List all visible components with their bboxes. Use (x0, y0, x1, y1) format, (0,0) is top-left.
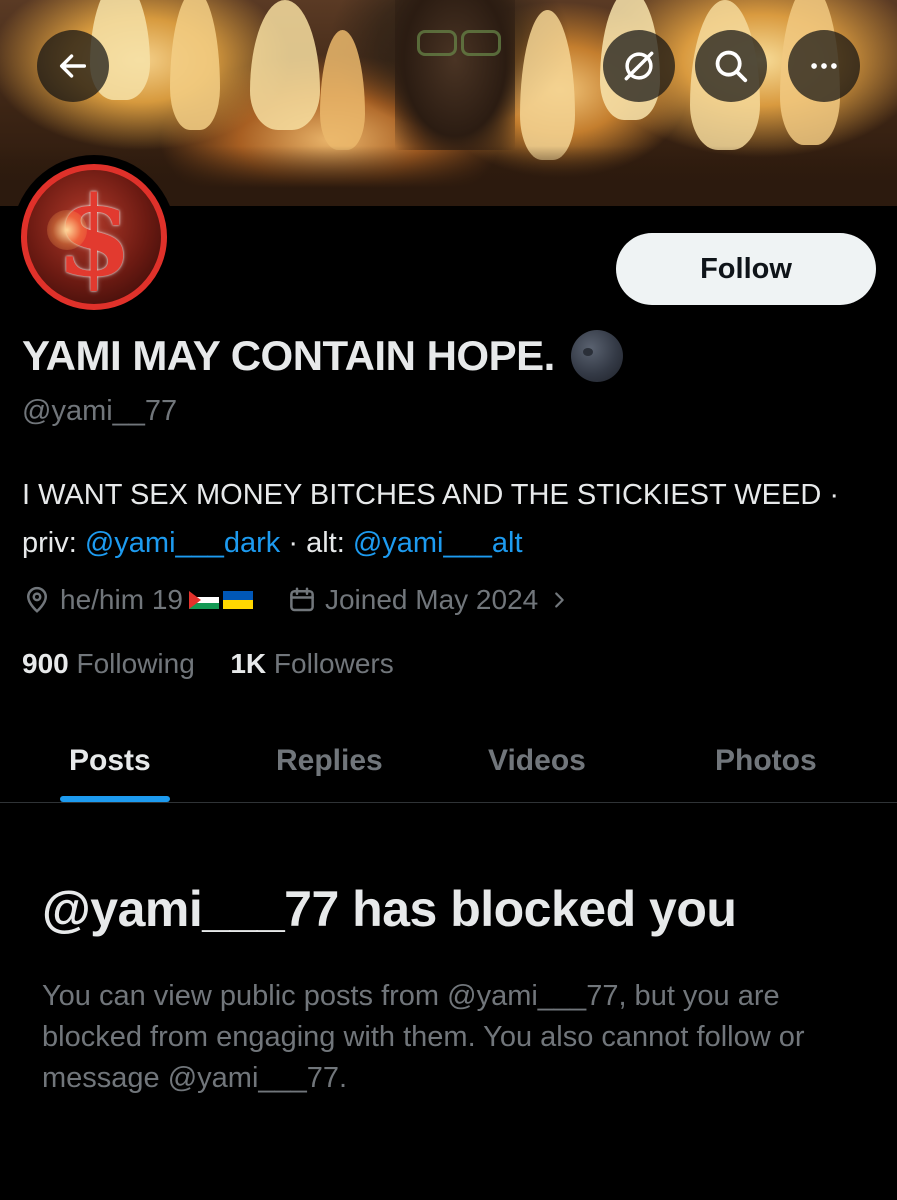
search-icon (712, 47, 750, 85)
follow-button[interactable]: Follow (616, 233, 876, 305)
grok-icon (620, 47, 658, 85)
follow-button-label: Follow (700, 252, 792, 285)
banner-face (395, 0, 515, 150)
bio-link-alt[interactable]: @yami___alt (353, 527, 523, 559)
following-label: Following (76, 648, 195, 679)
following-stat[interactable]: 900 Following (22, 648, 195, 679)
arrow-left-icon (56, 49, 90, 83)
avatar[interactable]: $ (12, 155, 176, 319)
followers-stat[interactable]: 1K Followers (230, 648, 393, 679)
tab-photos[interactable]: Photos (715, 720, 817, 802)
profile-meta: he/him 19 Joined May 2024 (22, 580, 578, 620)
palestine-flag-icon (188, 591, 219, 609)
avatar-image: $ (21, 164, 167, 310)
back-button[interactable] (37, 30, 109, 102)
blocked-message: You can view public posts from @yami___7… (42, 980, 805, 1094)
more-icon (807, 49, 841, 83)
search-button[interactable] (695, 30, 767, 102)
active-tab-indicator (60, 796, 170, 802)
follow-stats: 900 Following 1K Followers (22, 648, 394, 680)
tab-replies[interactable]: Replies (276, 720, 383, 802)
chevron-right-icon[interactable] (548, 589, 570, 611)
grok-button[interactable] (603, 30, 675, 102)
profile-handle: @yami__77 (22, 395, 178, 427)
ukraine-flag-icon (222, 591, 253, 609)
profile-tabs: Posts Replies Videos Photos (0, 720, 897, 803)
joined-date[interactable]: Joined May 2024 (325, 584, 538, 616)
followers-label: Followers (273, 648, 394, 679)
tab-videos[interactable]: Videos (488, 720, 586, 802)
calendar-icon (287, 585, 317, 615)
display-name: YAMI MAY CONTAIN HOPE. (22, 330, 623, 382)
bio-text-separator: · alt: (280, 527, 353, 559)
followers-count: 1K (230, 648, 267, 679)
tab-posts[interactable]: Posts (69, 720, 151, 802)
display-name-text: YAMI MAY CONTAIN HOPE. (22, 332, 555, 379)
blocked-title: @yami___77 has blocked you (42, 881, 737, 937)
profile-bio: I WANT SEX MONEY BITCHES AND THE STICKIE… (22, 471, 862, 567)
more-button[interactable] (788, 30, 860, 102)
new-moon-emoji-icon (570, 330, 623, 382)
bio-link-priv[interactable]: @yami___dark (85, 527, 280, 559)
location-icon (22, 585, 52, 615)
profile-location: he/him 19 (60, 584, 183, 615)
following-count: 900 (22, 648, 69, 679)
